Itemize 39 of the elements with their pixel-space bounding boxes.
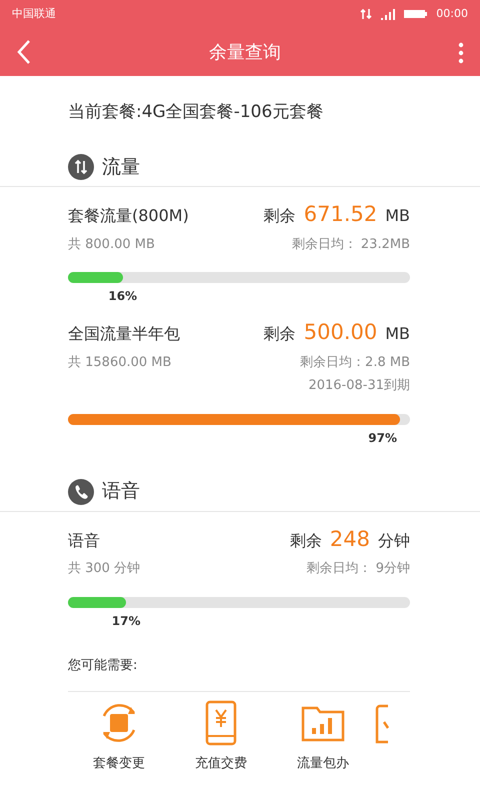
remaining-value: 500.00 <box>304 319 378 346</box>
total-amount: 共 800.00 MB <box>68 236 155 254</box>
phone-icon <box>68 478 94 504</box>
page-title: 余量查询 <box>209 40 281 64</box>
clock: 00:00 <box>436 6 468 22</box>
daily-average: 剩余日均： 23.2MB <box>292 236 410 254</box>
shortcut-button[interactable]: 充值交费 <box>170 700 272 774</box>
carrier-name: 中国联通 <box>12 6 56 22</box>
remaining-label: 剩余 <box>264 323 296 345</box>
shortcut-button[interactable]: 流量包办 <box>272 700 374 774</box>
expiry-date: 2016-08-31到期 <box>308 377 410 395</box>
shortcut-button[interactable]: 套餐变更 <box>68 700 170 774</box>
current-plan: 当前套餐:4G全国套餐-106元套餐 <box>68 102 324 122</box>
item-name: 全国流量半年包 <box>68 323 180 345</box>
data-transfer-icon <box>68 154 94 180</box>
back-button[interactable] <box>16 39 32 65</box>
signal-icon <box>380 8 396 20</box>
more-menu-button[interactable] <box>458 40 464 64</box>
unit-label: 分钟 <box>378 530 410 552</box>
total-amount: 共 15860.00 MB <box>68 354 172 372</box>
remaining-label: 剩余 <box>290 530 322 552</box>
daily-average: 剩余日均：2.8 MB <box>300 354 410 372</box>
section-title: 流量 <box>102 154 140 180</box>
suggestion-heading: 您可能需要: <box>68 658 138 672</box>
item-name: 语音 <box>68 530 100 552</box>
unit-label: MB <box>385 205 410 227</box>
percent-label: 97% <box>368 430 397 446</box>
daily-average: 剩余日均： 9分钟 <box>306 560 410 578</box>
remaining-value: 248 <box>330 526 370 552</box>
percent-label: 16% <box>108 288 138 305</box>
total-amount: 共 300 分钟 <box>68 560 140 578</box>
section-title: 语音 <box>102 479 140 504</box>
percent-label: 17% <box>112 612 140 630</box>
data-transfer-icon <box>360 8 372 20</box>
battery-icon <box>404 9 428 19</box>
item-name: 套餐流量(800M) <box>68 205 189 227</box>
unit-label: MB <box>385 323 410 345</box>
remaining-label: 剩余 <box>264 205 296 227</box>
remaining-value: 671.52 <box>304 201 378 228</box>
